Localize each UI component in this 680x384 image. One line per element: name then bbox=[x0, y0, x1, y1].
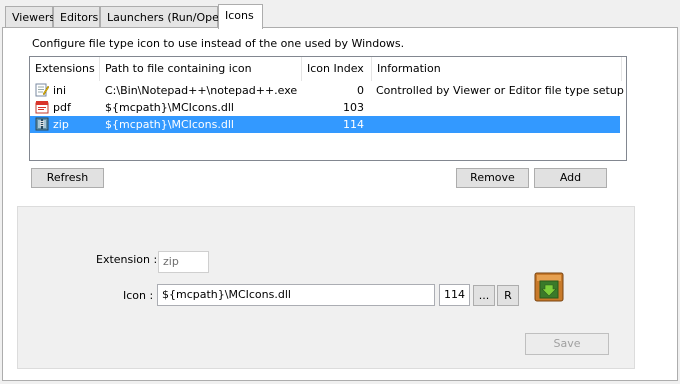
tab-label: Editors bbox=[60, 11, 99, 24]
cell-information: Controlled by Viewer or Editor file type… bbox=[376, 84, 624, 97]
tab-editors[interactable]: Editors bbox=[53, 6, 100, 28]
cell-index: 0 bbox=[357, 84, 364, 97]
icon-index-field[interactable]: 114 bbox=[439, 284, 470, 306]
column-label: Icon Index bbox=[307, 62, 364, 75]
column-label: Information bbox=[377, 62, 441, 75]
column-header-icon-index[interactable]: Icon Index bbox=[302, 57, 372, 81]
column-label: Path to file containing icon bbox=[105, 62, 252, 75]
zip-icon bbox=[35, 117, 49, 131]
icon-label: Icon : bbox=[123, 289, 154, 302]
column-header-extensions[interactable]: Extensions bbox=[30, 57, 100, 81]
cell-path: ${mcpath}\MCIcons.dll bbox=[105, 118, 234, 131]
tab-icons[interactable]: Icons bbox=[218, 4, 263, 29]
browse-button[interactable]: ... bbox=[473, 285, 495, 306]
extension-field[interactable]: zip bbox=[158, 251, 209, 273]
column-header-information[interactable]: Information bbox=[372, 57, 622, 81]
icon-preview bbox=[534, 272, 564, 302]
cell-extension: zip bbox=[53, 118, 69, 131]
icon-path-field[interactable]: ${mcpath}\MCIcons.dll bbox=[157, 284, 435, 306]
description-text: Configure file type icon to use instead … bbox=[32, 37, 405, 50]
cell-extension: ini bbox=[53, 84, 67, 97]
icon-list[interactable]: Extensions Path to file containing icon … bbox=[29, 56, 627, 161]
table-row[interactable]: pdf ${mcpath}\MCIcons.dll 103 bbox=[30, 99, 620, 116]
table-row[interactable]: ini C:\Bin\Notepad++\notepad++.exe 0 Con… bbox=[30, 82, 624, 99]
tab-label: Launchers (Run/Open) bbox=[107, 11, 231, 24]
add-button[interactable]: Add bbox=[534, 168, 607, 188]
column-header-path[interactable]: Path to file containing icon bbox=[100, 57, 302, 81]
cell-index: 103 bbox=[343, 101, 364, 114]
tab-label: Viewers bbox=[12, 11, 56, 24]
reset-button[interactable]: R bbox=[497, 285, 519, 306]
tab-viewers[interactable]: Viewers bbox=[5, 6, 56, 28]
remove-button[interactable]: Remove bbox=[456, 168, 529, 188]
cell-path: C:\Bin\Notepad++\notepad++.exe bbox=[105, 84, 298, 97]
pdf-icon bbox=[35, 101, 49, 114]
table-row-selected[interactable]: zip ${mcpath}\MCIcons.dll 114 bbox=[30, 116, 620, 133]
notepad-icon bbox=[35, 83, 49, 97]
list-header: Extensions Path to file containing icon … bbox=[30, 57, 626, 81]
tab-label: Icons bbox=[225, 9, 254, 22]
column-label: Extensions bbox=[35, 62, 95, 75]
save-button[interactable]: Save bbox=[525, 333, 609, 355]
cell-extension: pdf bbox=[53, 101, 71, 114]
refresh-button[interactable]: Refresh bbox=[31, 168, 104, 188]
cell-index: 114 bbox=[343, 118, 364, 131]
cell-path: ${mcpath}\MCIcons.dll bbox=[105, 101, 234, 114]
extension-label: Extension : bbox=[96, 253, 158, 266]
tab-launchers[interactable]: Launchers (Run/Open) bbox=[100, 6, 230, 28]
